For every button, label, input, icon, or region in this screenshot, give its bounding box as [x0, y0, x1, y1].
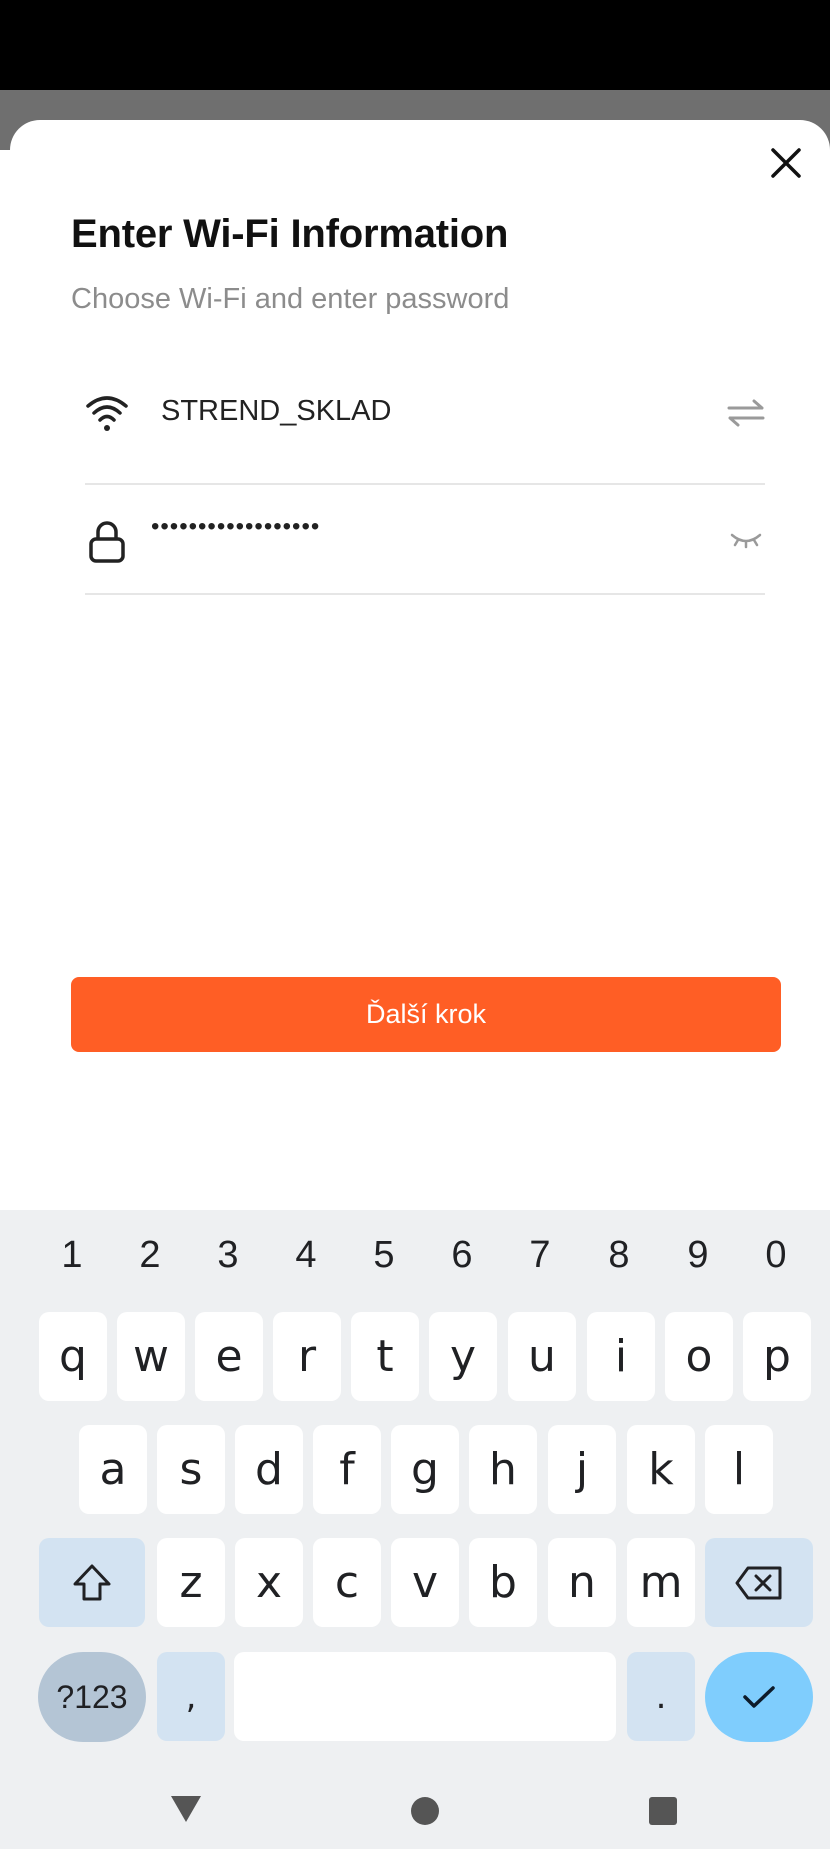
status-bar	[0, 0, 830, 90]
keyboard	[0, 1210, 830, 1849]
shift-icon	[73, 1564, 111, 1600]
key-l[interactable]: l	[705, 1425, 773, 1514]
password-input[interactable]: ••••••••••••••••••	[151, 513, 320, 541]
lock-icon	[89, 521, 125, 563]
key-2[interactable]: 2	[115, 1225, 185, 1285]
switch-network-icon	[727, 399, 765, 427]
key-9[interactable]: 9	[663, 1225, 733, 1285]
key-s[interactable]: s	[157, 1425, 225, 1514]
wifi-ssid: STREND_SKLAD	[161, 395, 392, 427]
key-6[interactable]: 6	[427, 1225, 497, 1285]
comma-key[interactable]: ,	[157, 1652, 225, 1741]
dialog-title: Enter Wi-Fi Information	[71, 212, 509, 256]
next-step-button[interactable]: Ďalší krok	[71, 977, 781, 1052]
key-h[interactable]: h	[469, 1425, 537, 1514]
key-3[interactable]: 3	[193, 1225, 263, 1285]
key-0[interactable]: 0	[741, 1225, 811, 1285]
key-m[interactable]: m	[627, 1538, 695, 1627]
done-key[interactable]	[705, 1652, 813, 1742]
key-4[interactable]: 4	[271, 1225, 341, 1285]
key-o[interactable]: o	[665, 1312, 733, 1401]
key-g[interactable]: g	[391, 1425, 459, 1514]
password-row: ••••••••••••••••••	[85, 485, 765, 595]
key-e[interactable]: e	[195, 1312, 263, 1401]
back-triangle-icon[interactable]	[169, 1794, 203, 1824]
eye-closed-icon	[730, 533, 762, 549]
backspace-icon	[735, 1566, 782, 1599]
key-p[interactable]: p	[743, 1312, 811, 1401]
close-button[interactable]	[760, 137, 812, 189]
key-5[interactable]: 5	[349, 1225, 419, 1285]
checkmark-icon	[743, 1686, 775, 1708]
key-a[interactable]: a	[79, 1425, 147, 1514]
key-n[interactable]: n	[548, 1538, 616, 1627]
key-x[interactable]: x	[235, 1538, 303, 1627]
key-r[interactable]: r	[273, 1312, 341, 1401]
key-j[interactable]: j	[548, 1425, 616, 1514]
wifi-network-row[interactable]: STREND_SKLAD	[85, 375, 765, 485]
key-b[interactable]: b	[469, 1538, 537, 1627]
wifi-icon	[86, 396, 128, 431]
key-c[interactable]: c	[313, 1538, 381, 1627]
close-icon	[771, 148, 801, 178]
recents-square-icon[interactable]	[648, 1796, 678, 1826]
key-v[interactable]: v	[391, 1538, 459, 1627]
key-k[interactable]: k	[627, 1425, 695, 1514]
key-d[interactable]: d	[235, 1425, 303, 1514]
symbols-key[interactable]: ?123	[38, 1652, 146, 1742]
switch-network-button[interactable]	[726, 397, 766, 429]
dialog-subtitle: Choose Wi-Fi and enter password	[71, 283, 510, 315]
key-8[interactable]: 8	[584, 1225, 654, 1285]
home-circle-icon[interactable]	[410, 1796, 440, 1826]
key-q[interactable]: q	[39, 1312, 107, 1401]
key-t[interactable]: t	[351, 1312, 419, 1401]
toggle-password-visibility-button[interactable]	[728, 529, 764, 553]
key-f[interactable]: f	[313, 1425, 381, 1514]
period-key[interactable]: .	[627, 1652, 695, 1741]
backspace-key[interactable]	[705, 1538, 813, 1627]
key-w[interactable]: w	[117, 1312, 185, 1401]
space-key[interactable]	[234, 1652, 616, 1741]
key-i[interactable]: i	[587, 1312, 655, 1401]
key-u[interactable]: u	[508, 1312, 576, 1401]
key-1[interactable]: 1	[37, 1225, 107, 1285]
shift-key[interactable]	[39, 1538, 145, 1627]
key-7[interactable]: 7	[505, 1225, 575, 1285]
key-z[interactable]: z	[157, 1538, 225, 1627]
key-y[interactable]: y	[429, 1312, 497, 1401]
